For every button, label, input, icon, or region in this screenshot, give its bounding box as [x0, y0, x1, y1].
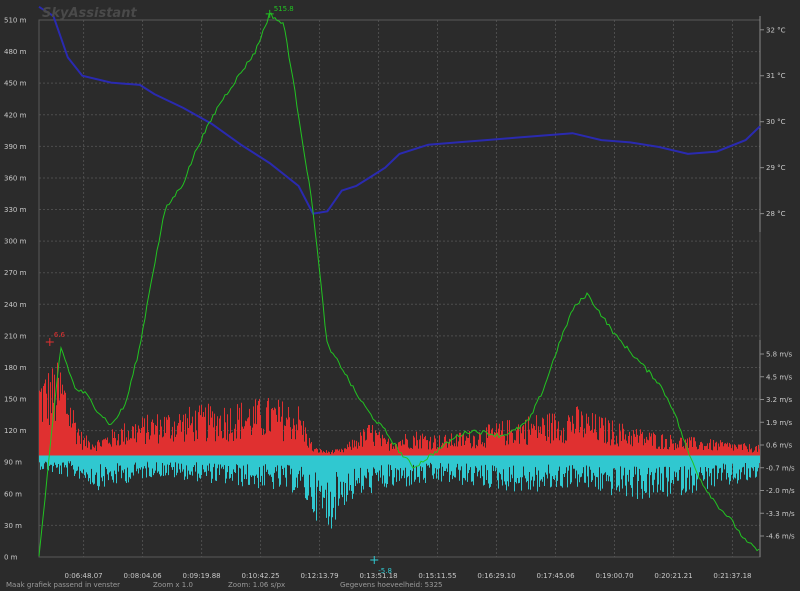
status-zoom-x: Zoom x 1.0 — [153, 581, 193, 589]
time-tick-label: 0:09:19.88 — [183, 572, 221, 580]
altitude-tick-label: 300 m — [4, 238, 27, 246]
altitude-tick-label: 210 m — [4, 332, 27, 340]
altitude-tick-label: 360 m — [4, 174, 27, 182]
altitude-tick-label: 240 m — [4, 301, 27, 309]
temperature-tick-label: 28 °C — [766, 210, 786, 218]
temperature-tick-label: 29 °C — [766, 164, 786, 172]
status-data-count: Gegevens hoeveelheid: 5325 — [340, 581, 443, 589]
chart-background — [0, 0, 800, 591]
flight-chart[interactable]: 0 m 30 m 60 m 90 m 120 m 150 m 180 m 210 m 240 m… — [0, 0, 800, 591]
altitude-tick-label: 60 m — [4, 490, 22, 498]
vario-min-label: -5.8 — [378, 567, 392, 575]
vario-tick-label: 0.6 m/s — [766, 442, 793, 450]
vario-tick-label: 3.2 m/s — [766, 396, 793, 404]
time-tick-label: 0:06:48.07 — [64, 572, 102, 580]
vario-tick-label: -2.0 m/s — [766, 487, 795, 495]
time-tick-label: 0:15:11.55 — [418, 572, 456, 580]
temperature-tick-label: 31 °C — [766, 72, 786, 80]
status-zoom-time: Zoom: 1.06 s/px — [228, 581, 285, 589]
time-tick-label: 0:16:29.10 — [477, 572, 515, 580]
altitude-tick-label: 510 m — [4, 17, 27, 25]
chart-window: 0 m 30 m 60 m 90 m 120 m 150 m 180 m 210 m 240 m… — [0, 0, 800, 591]
time-tick-label: 0:10:42.25 — [242, 572, 280, 580]
altitude-max-label: 515.8 — [274, 5, 294, 13]
vario-tick-label: 5.8 m/s — [766, 351, 793, 359]
altitude-tick-label: 180 m — [4, 364, 27, 372]
status-fit-hint[interactable]: Maak grafiek passend in venster — [6, 581, 120, 589]
altitude-tick-label: 480 m — [4, 48, 27, 56]
vario-max-label: 6.6 — [54, 331, 66, 339]
time-tick-label: 0:20:21.21 — [654, 572, 692, 580]
vario-tick-label: -3.3 m/s — [766, 510, 795, 518]
vario-tick-label: -0.7 m/s — [766, 464, 795, 472]
altitude-tick-label: 0 m — [4, 554, 18, 562]
time-tick-label: 0:12:13.79 — [300, 572, 338, 580]
altitude-tick-label: 420 m — [4, 111, 27, 119]
altitude-tick-label: 150 m — [4, 396, 27, 404]
vario-tick-label: 1.9 m/s — [766, 419, 793, 427]
temperature-tick-label: 32 °C — [766, 26, 786, 34]
altitude-tick-label: 330 m — [4, 206, 27, 214]
altitude-tick-label: 30 m — [4, 522, 22, 530]
altitude-tick-label: 270 m — [4, 269, 27, 277]
vario-tick-label: 4.5 m/s — [766, 373, 793, 381]
time-tick-label: 0:08:04.06 — [123, 572, 162, 580]
altitude-tick-label: 120 m — [4, 427, 27, 435]
time-tick-label: 0:19:00.70 — [595, 572, 633, 580]
altitude-tick-label: 390 m — [4, 143, 27, 151]
vario-tick-label: -4.6 m/s — [766, 533, 795, 541]
time-tick-label: 0:21:37.18 — [713, 572, 751, 580]
altitude-tick-label: 450 m — [4, 80, 27, 88]
temperature-tick-label: 30 °C — [766, 118, 786, 126]
app-title: SkyAssistant — [42, 6, 137, 21]
time-tick-label: 0:17:45.06 — [536, 572, 575, 580]
altitude-tick-label: 90 m — [4, 459, 22, 467]
